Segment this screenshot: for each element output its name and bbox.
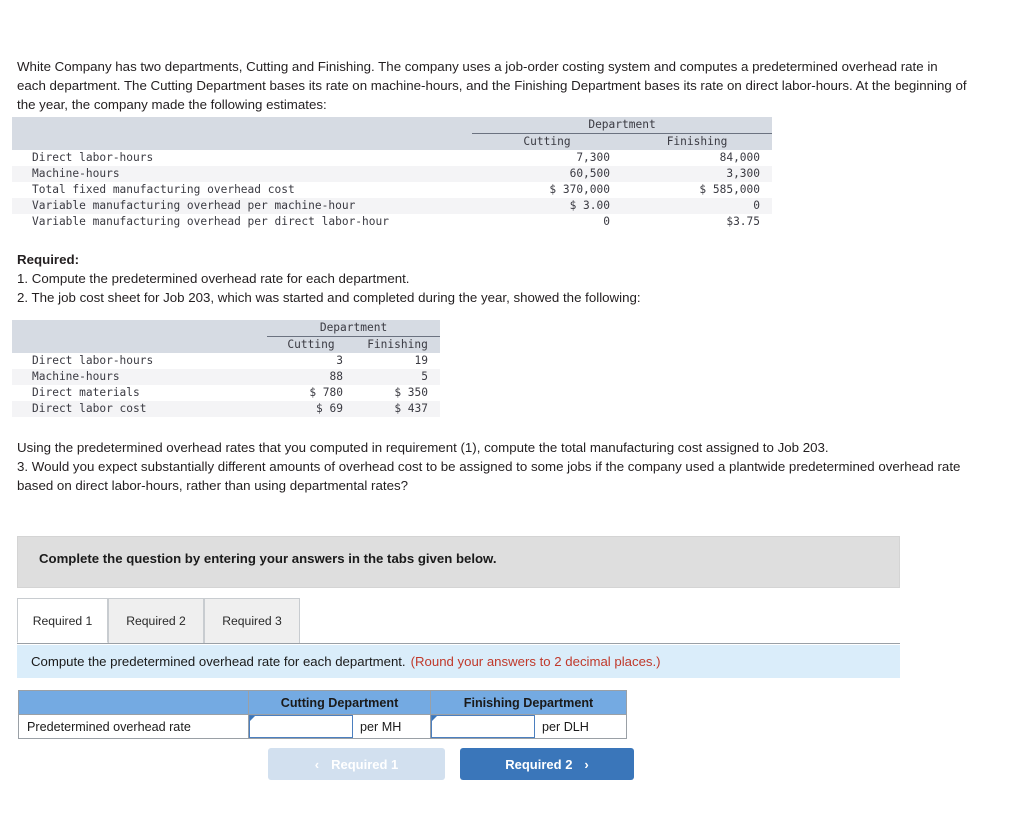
chevron-right-icon: › [584,756,589,772]
tab-instruction-text: Compute the predetermined overhead rate … [31,654,406,669]
table-row: Direct labor-hours 7,300 84,000 [12,150,773,166]
cutting-value: 60,500 [472,166,622,182]
table-header-group-row: Department [12,117,773,134]
next-requirement-button[interactable]: Required 2 › [460,748,634,780]
finishing-answer-cell: per DLH [430,714,627,739]
finishing-value: 3,300 [622,166,773,182]
cutting-value: 7,300 [472,150,622,166]
previous-button-label: Required 1 [331,756,399,772]
finishing-value: 5 [355,369,441,385]
answer-row-label: Predetermined overhead rate [18,714,249,739]
finishing-value: 0 [622,198,773,214]
tab-required-2[interactable]: Required 2 [108,598,204,643]
answer-header-cutting: Cutting Department [248,690,431,715]
finishing-unit-label: per DLH [542,719,589,734]
answer-header-blank [18,690,249,715]
job-cost-table: Department Cutting Finishing Direct labo… [12,320,441,417]
question-page: White Company has two departments, Cutti… [0,0,1024,815]
tab-label: Required 1 [32,613,93,628]
tab-required-3[interactable]: Required 3 [204,598,300,643]
finishing-rate-input[interactable] [431,715,535,738]
rounding-note: (Round your answers to 2 decimal places.… [410,654,661,669]
finishing-value: $3.75 [622,214,773,230]
required-block: Required: 1. Compute the predetermined o… [17,250,967,307]
cutting-unit-label: per MH [360,719,402,734]
row-label: Machine-hours [12,166,472,182]
table-row: Variable manufacturing overhead per dire… [12,214,773,230]
mid-paragraph: Using the predetermined overhead rates t… [17,440,829,455]
column-header-finishing: Finishing [622,133,773,150]
cutting-value: $ 3.00 [472,198,622,214]
answer-header-finishing: Finishing Department [430,690,627,715]
column-header-cutting: Cutting [267,336,355,353]
table-header-row: Cutting Finishing [12,336,441,353]
row-label: Variable manufacturing overhead per dire… [12,214,472,230]
table-row: Direct labor cost $ 69 $ 437 [12,401,441,417]
answer-entry-table: Cutting Department Finishing Department … [18,690,627,739]
finishing-value: $ 437 [355,401,441,417]
table-row: Variable manufacturing overhead per mach… [12,198,773,214]
table-row: Machine-hours 60,500 3,300 [12,166,773,182]
table-row: Total fixed manufacturing overhead cost … [12,182,773,198]
spacer-cell [12,320,267,337]
spacer-cell [12,336,267,353]
finishing-value: $ 585,000 [622,182,773,198]
column-header-cutting: Cutting [472,133,622,150]
table-row: Machine-hours 88 5 [12,369,441,385]
row-label: Direct labor cost [12,401,267,417]
table-row: Direct materials $ 780 $ 350 [12,385,441,401]
requirement-tab-strip: Required 1 Required 2 Required 3 [17,598,900,644]
column-header-finishing: Finishing [355,336,441,353]
cutting-value: 3 [267,353,355,369]
tab-label: Required 3 [222,614,282,628]
row-label: Direct labor-hours [12,150,472,166]
spacer-cell [12,133,472,150]
row-label: Machine-hours [12,369,267,385]
complete-question-banner: Complete the question by entering your a… [17,536,900,588]
answer-row: Predetermined overhead rate per MH per D… [18,714,627,739]
answer-header-row: Cutting Department Finishing Department [18,690,627,715]
cutting-answer-cell: per MH [248,714,431,739]
finishing-value: 19 [355,353,441,369]
required-item-3: 3. Would you expect substantially differ… [17,459,961,493]
cutting-value: $ 370,000 [472,182,622,198]
tab-instruction-bar: Compute the predetermined overhead rate … [17,645,900,678]
required-heading: Required: [17,252,80,267]
required-item-2: 2. The job cost sheet for Job 203, which… [17,290,641,305]
intro-paragraph: White Company has two departments, Cutti… [17,59,967,113]
cutting-value: 0 [472,214,622,230]
previous-requirement-button[interactable]: ‹ Required 1 [268,748,445,780]
required-item-1: 1. Compute the predetermined overhead ra… [17,271,410,286]
department-group-header: Department [472,117,773,134]
table-row: Direct labor-hours 3 19 [12,353,441,369]
table-header-group-row: Department [12,320,441,337]
tab-label: Required 2 [126,614,186,628]
row-label: Direct materials [12,385,267,401]
tab-required-1[interactable]: Required 1 [17,598,108,643]
spacer-cell [12,117,472,134]
table-header-row: Cutting Finishing [12,133,773,150]
finishing-value: 84,000 [622,150,773,166]
cutting-value: 88 [267,369,355,385]
cutting-value: $ 780 [267,385,355,401]
mid-paragraph-block: Using the predetermined overhead rates t… [17,438,982,495]
department-group-header: Department [267,320,441,337]
estimates-table: Department Cutting Finishing Direct labo… [12,117,773,230]
cutting-rate-input[interactable] [249,715,353,738]
chevron-left-icon: ‹ [314,756,320,772]
cutting-value: $ 69 [267,401,355,417]
finishing-value: $ 350 [355,385,441,401]
row-label: Direct labor-hours [12,353,267,369]
row-label: Variable manufacturing overhead per mach… [12,198,472,214]
row-label: Total fixed manufacturing overhead cost [12,182,472,198]
next-button-label: Required 2 [505,756,573,772]
complete-question-text: Complete the question by entering your a… [39,551,497,566]
